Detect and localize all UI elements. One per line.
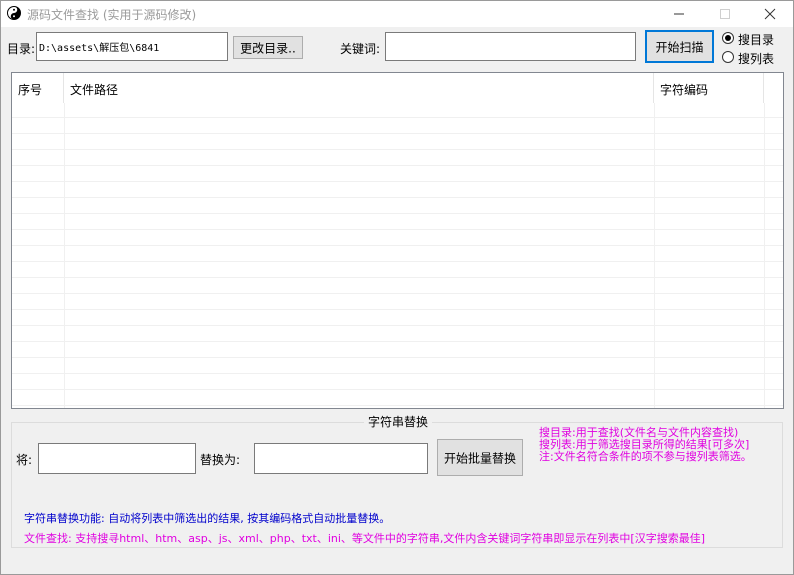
grid-line [12,277,783,278]
grid-line [12,309,783,310]
grid-line [12,261,783,262]
grid-column-line [64,103,65,408]
grid-line [12,165,783,166]
replace-group-title: 字符串替换 [364,413,433,430]
keyword-label: 关键词: [340,42,381,56]
batch-replace-button[interactable]: 开始批量替换 [437,439,523,476]
column-header-index-label: 序号 [18,83,43,97]
minimize-icon [674,13,684,15]
list-header: 序号 文件路径 字符编码 [12,73,783,103]
grid-line [12,245,783,246]
close-button[interactable] [747,1,793,27]
batch-replace-button-label: 开始批量替换 [443,451,516,465]
grid-line [12,133,783,134]
replace-from-label: 将: [16,453,33,467]
grid-line [12,117,783,118]
maximize-button[interactable] [702,1,748,27]
yin-yang-icon [7,6,21,20]
column-header-encoding[interactable]: 字符编码 [654,73,764,103]
column-header-encoding-label: 字符编码 [660,83,709,97]
grid-column-line [654,103,655,408]
search-feature-text: 文件查找: 支持搜寻html、htm、asp、js、xml、php、txt、in… [24,532,706,545]
replace-feature-text: 字符串替换功能: 自动将列表中筛选出的结果, 按其编码格式自动批量替换。 [24,512,391,525]
dir-label: 目录: [7,42,36,56]
note-filename: 注:文件名符合条件的项不参与搜列表筛选。 [539,450,752,463]
replace-from-input[interactable] [38,443,196,474]
change-dir-button[interactable]: 更改目录.. [233,36,303,59]
replace-to-input[interactable] [254,443,428,474]
grid-line [12,405,783,406]
grid-line [12,389,783,390]
close-icon [764,8,776,20]
radio-search-dir-label[interactable]: 搜目录 [738,31,774,48]
replace-to-label: 替换为: [200,453,241,467]
grid-column-line [764,103,765,408]
grid-line [12,197,783,198]
column-header-index[interactable]: 序号 [12,73,64,103]
start-scan-button-label: 开始扫描 [655,40,704,54]
column-header-path[interactable]: 文件路径 [64,73,654,103]
column-header-path-label: 文件路径 [70,83,119,97]
change-dir-button-label: 更改目录.. [240,41,296,55]
grid-line [12,149,783,150]
app-window: 源码文件查找 (实用于源码修改) 目录: D:\assets\解压包\6841 … [0,0,794,575]
grid-line [12,181,783,182]
grid-line [12,373,783,374]
maximize-icon [720,9,730,19]
radio-search-dir[interactable] [722,32,734,44]
radio-search-list[interactable] [722,51,734,63]
title-bar: 源码文件查找 (实用于源码修改) [1,1,793,27]
results-list[interactable]: 序号 文件路径 字符编码 [11,72,784,409]
grid-line [12,325,783,326]
keyword-input[interactable] [385,32,636,61]
radio-search-list-label[interactable]: 搜列表 [738,50,774,67]
window-title: 源码文件查找 (实用于源码修改) [27,8,197,22]
dir-input-value: D:\assets\解压包\6841 [39,43,160,54]
start-scan-button[interactable]: 开始扫描 [645,30,714,63]
minimize-button[interactable] [656,1,702,27]
grid-line [12,293,783,294]
grid-line [12,357,783,358]
grid-line [12,213,783,214]
dir-input[interactable]: D:\assets\解压包\6841 [36,32,228,61]
grid-line [12,341,783,342]
grid-line [12,229,783,230]
